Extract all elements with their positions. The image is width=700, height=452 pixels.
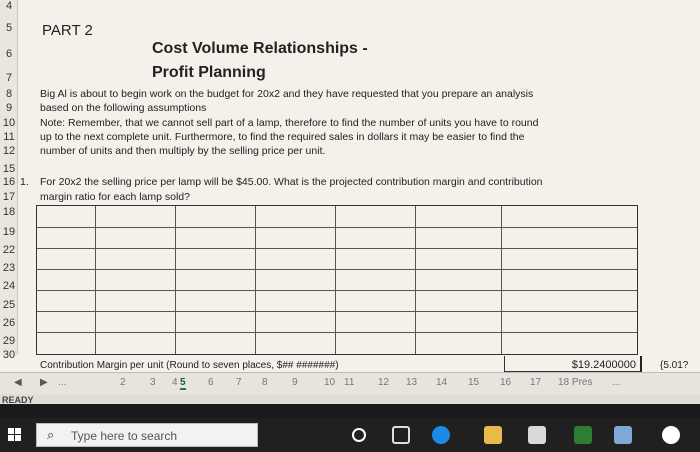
row-number[interactable]: 8 <box>0 88 18 100</box>
sheet-tab[interactable]: 12 <box>378 377 389 388</box>
sheet-tab[interactable]: 2 <box>120 377 126 388</box>
row-number[interactable]: 16 <box>0 176 18 188</box>
cortana-icon[interactable] <box>352 428 366 442</box>
question-number: 1. <box>20 176 29 188</box>
paragraph-line[interactable]: number of units and then multiply by the… <box>40 145 325 157</box>
sheet-tab[interactable]: 9 <box>292 377 298 388</box>
windows-start-icon[interactable] <box>8 428 22 442</box>
sheet-tab[interactable]: 13 <box>406 377 417 388</box>
sheet-tab[interactable]: 15 <box>468 377 479 388</box>
contribution-margin-value: $19.2400000 <box>571 359 636 371</box>
sheet-tab[interactable]: 14 <box>436 377 447 388</box>
excel-icon[interactable] <box>574 426 592 444</box>
contribution-margin-cell[interactable]: $19.2400000 <box>504 356 642 372</box>
row-number[interactable]: 7 <box>0 72 18 84</box>
sheet-tab[interactable]: 18 Pres <box>558 377 592 388</box>
answer-grid[interactable] <box>36 205 638 355</box>
row-number[interactable]: 24 <box>0 280 18 292</box>
adjacent-cell-value[interactable]: {5.01? <box>660 360 688 371</box>
store-icon[interactable] <box>528 426 546 444</box>
paragraph-line[interactable]: Big Al is about to begin work on the bud… <box>40 88 533 100</box>
sheet-tab[interactable]: 4 <box>172 377 178 388</box>
row-number[interactable]: 26 <box>0 317 18 329</box>
photos-icon[interactable] <box>614 426 632 444</box>
row-number[interactable]: 25 <box>0 299 18 311</box>
edge-icon[interactable] <box>432 426 450 444</box>
question-line[interactable]: margin ratio for each lamp sold? <box>40 191 190 203</box>
sheet-tab[interactable]: 6 <box>208 377 214 388</box>
row-number[interactable]: 5 <box>0 22 18 34</box>
question-line[interactable]: For 20x2 the selling price per lamp will… <box>40 176 543 188</box>
sheet-tab[interactable]: 17 <box>530 377 541 388</box>
hp-icon[interactable] <box>662 426 680 444</box>
taskbar-search-input[interactable]: ⌕ Type here to search <box>36 423 258 447</box>
row-number[interactable]: 10 <box>0 117 18 129</box>
sheet-tab[interactable]: 7 <box>236 377 242 388</box>
row-number[interactable]: 19 <box>0 226 18 238</box>
contribution-margin-label[interactable]: Contribution Margin per unit (Round to s… <box>40 360 339 371</box>
spreadsheet-window: 4 5 6 7 8 9 10 11 12 15 16 17 18 19 22 23 24 25 26 29 30 PAR… <box>0 0 700 404</box>
title-line-1: Cost Volume Relationships - <box>152 40 368 57</box>
row-number[interactable]: 12 <box>0 145 18 157</box>
sheet-tab[interactable]: 16 <box>500 377 511 388</box>
sheet-tab[interactable]: ... <box>612 377 620 388</box>
sheet-tab[interactable]: 3 <box>150 377 156 388</box>
row-number[interactable]: 23 <box>0 262 18 274</box>
part-label: PART 2 <box>42 22 93 39</box>
row-number[interactable]: 6 <box>0 48 18 60</box>
row-number[interactable]: 15 <box>0 163 18 175</box>
search-placeholder: Type here to search <box>71 429 178 443</box>
sheet-tab-bar: ◀ ▶ ... 2 3 4 5 6 7 8 9 10 11 12 13 14 15 16 17 18 Pres..… <box>0 372 700 394</box>
row-number[interactable]: 4 <box>0 0 18 12</box>
row-number[interactable]: 9 <box>0 102 18 114</box>
paragraph-line[interactable]: based on the following assumptions <box>40 102 206 114</box>
paragraph-line[interactable]: up to the next complete unit. Furthermor… <box>40 131 524 143</box>
sheet-tab[interactable]: 5 <box>180 377 186 390</box>
search-icon: ⌕ <box>47 427 55 442</box>
title-line-2: Profit Planning <box>152 64 266 81</box>
file-explorer-icon[interactable] <box>484 426 502 444</box>
row-number[interactable]: 30 <box>0 349 18 361</box>
row-number[interactable]: 18 <box>0 206 18 218</box>
row-number[interactable]: 17 <box>0 191 18 203</box>
task-view-icon[interactable] <box>392 426 410 444</box>
tab-scroll-left-icon[interactable]: ◀ <box>14 377 22 388</box>
tab-scroll-right-icon[interactable]: ▶ <box>40 377 48 388</box>
status-ready: READY <box>2 395 34 404</box>
sheet-tab[interactable]: ... <box>58 377 66 388</box>
row-number[interactable]: 11 <box>0 131 18 143</box>
status-bar: READY <box>0 394 700 404</box>
sheet-tab[interactable]: 11 <box>344 377 354 388</box>
row-number[interactable]: 22 <box>0 244 18 256</box>
sheet-tab[interactable]: 10 <box>324 377 335 388</box>
paragraph-line[interactable]: Note: Remember, that we cannot sell part… <box>40 117 538 129</box>
row-number[interactable]: 29 <box>0 335 18 347</box>
taskbar: ⌕ Type here to search <box>0 418 700 452</box>
sheet-tab[interactable]: 8 <box>262 377 268 388</box>
